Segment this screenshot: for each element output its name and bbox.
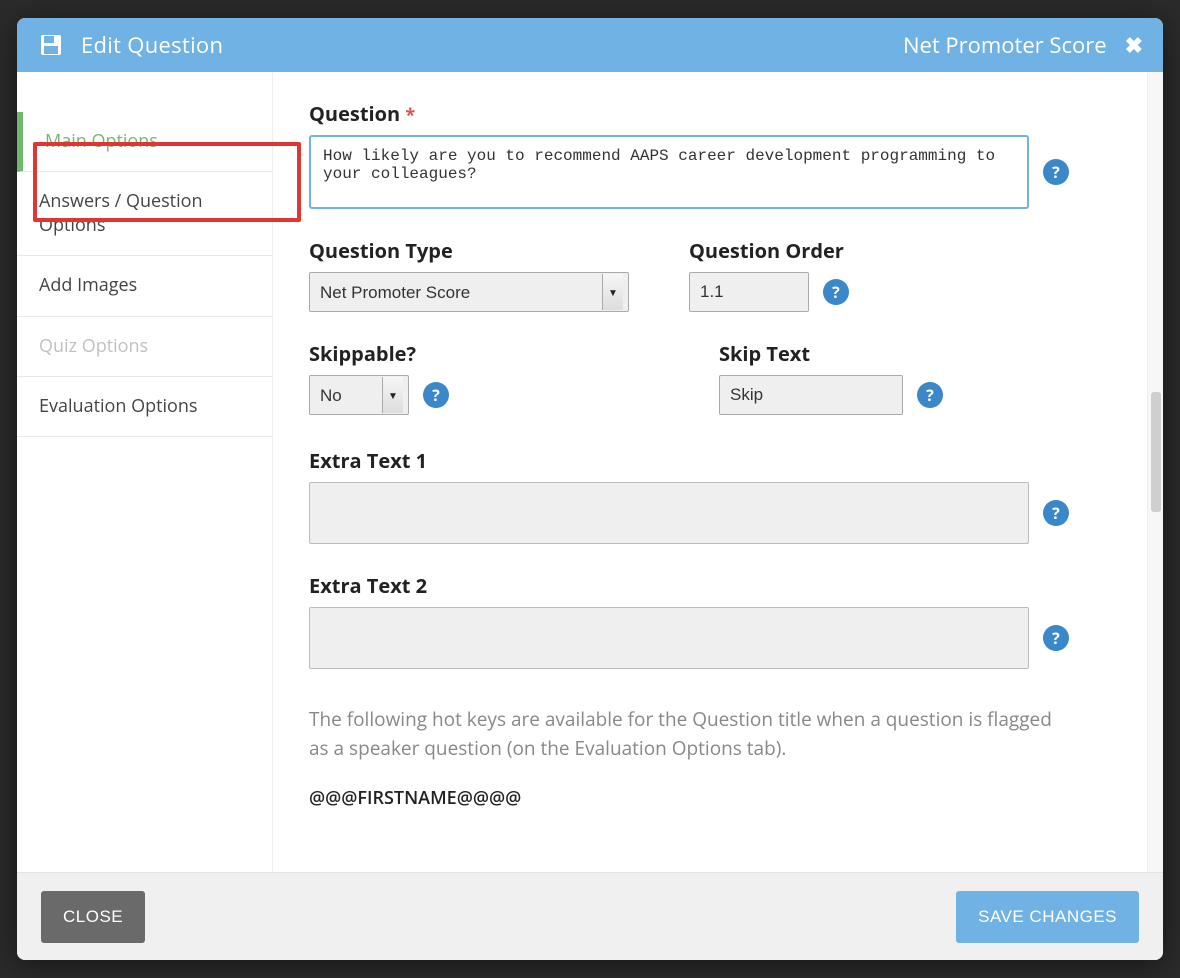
extra-text-1-input[interactable] [309,482,1029,544]
question-order-label: Question Order [689,237,849,264]
modal-footer: CLOSE SAVE CHANGES [17,872,1163,960]
question-type-select[interactable]: Net Promoter Score [309,272,629,312]
scrollbar[interactable] [1147,72,1163,872]
extra-text-2-label: Extra Text 2 [309,572,1107,599]
sidebar-item-answers-options[interactable]: Answers / Question Options [17,172,272,256]
help-icon[interactable]: ? [823,279,849,305]
extra-text-2-input[interactable] [309,607,1029,669]
close-button[interactable]: CLOSE [41,891,145,943]
sidebar-item-quiz-options: Quiz Options [17,317,272,377]
help-icon[interactable]: ? [917,382,943,408]
edit-question-modal: Edit Question Net Promoter Score ✖ Main … [17,18,1163,960]
question-input[interactable]: How likely are you to recommend AAPS car… [309,135,1029,209]
question-order-input[interactable] [689,272,809,312]
sidebar: Main Options Answers / Question Options … [17,72,273,872]
skippable-select[interactable]: No [309,375,409,415]
modal-type-label: Net Promoter Score [903,30,1107,60]
help-icon[interactable]: ? [1043,625,1069,651]
modal-title: Edit Question [81,30,223,60]
help-icon[interactable]: ? [423,382,449,408]
scrollbar-thumb[interactable] [1151,392,1161,512]
sidebar-item-main-options[interactable]: Main Options [17,112,272,172]
modal-body: Main Options Answers / Question Options … [17,72,1163,872]
sidebar-item-evaluation-options[interactable]: Evaluation Options [17,377,272,437]
modal-header: Edit Question Net Promoter Score ✖ [17,18,1163,72]
sidebar-item-add-images[interactable]: Add Images [17,256,272,316]
save-disk-icon [37,31,65,59]
save-changes-button[interactable]: SAVE CHANGES [956,891,1139,943]
skip-text-input[interactable] [719,375,903,415]
extra-text-1-label: Extra Text 1 [309,447,1107,474]
required-star-icon: * [405,103,415,127]
hotkey-token: @@@FIRSTNAME@@@@ [309,786,1107,810]
help-icon[interactable]: ? [1043,500,1069,526]
skippable-label: Skippable? [309,340,449,367]
skip-text-label: Skip Text [719,340,943,367]
question-type-label: Question Type [309,237,629,264]
close-icon[interactable]: ✖ [1125,30,1143,60]
hotkey-hint: The following hot keys are available for… [309,705,1069,762]
form-area: Question * How likely are you to recomme… [273,72,1163,872]
help-icon[interactable]: ? [1043,159,1069,185]
question-label: Question * [309,100,1107,127]
